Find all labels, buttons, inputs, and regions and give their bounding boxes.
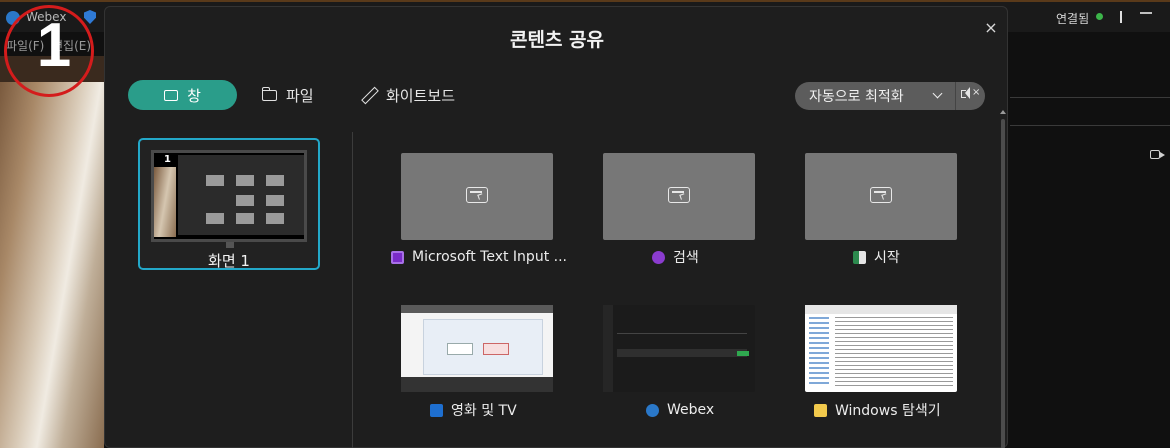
app-window-icon	[668, 187, 690, 203]
window-label: Microsoft Text Input ...	[391, 247, 567, 267]
text-input-icon	[391, 250, 404, 264]
window-tile-webex[interactable]	[603, 305, 755, 392]
thumbnail-tile	[266, 213, 284, 224]
thumbnail-tile	[266, 195, 284, 206]
screen-tile-1[interactable]: 1 화면 1	[138, 138, 320, 270]
titlebar-separator	[1120, 11, 1122, 23]
annotation-circle: 1	[4, 5, 94, 97]
window-tile-movies-tv[interactable]	[401, 305, 553, 392]
thumbnail-annotation: 1	[164, 154, 171, 165]
start-icon	[853, 250, 866, 264]
close-button[interactable]: ×	[981, 19, 1001, 39]
movies-tv-icon	[430, 403, 443, 417]
thumbnail-slide-box	[483, 343, 509, 355]
thumbnail-tile	[206, 213, 224, 224]
section-divider	[352, 132, 353, 448]
thumbnail-sidebar	[603, 305, 613, 392]
tab-file[interactable]: 파일	[261, 80, 314, 110]
window-label: Windows 탐색기	[814, 400, 941, 420]
optimize-dropdown[interactable]: 자동으로 최적화	[795, 82, 955, 110]
window-tile-text-input[interactable]	[401, 153, 553, 240]
window-tile-start[interactable]	[805, 153, 957, 240]
folder-icon	[261, 86, 277, 101]
thumbnail-tile	[206, 175, 224, 186]
webex-icon	[646, 403, 659, 417]
scroll-up-arrow[interactable]	[1000, 110, 1006, 114]
file-explorer-icon	[814, 403, 827, 417]
window-label: 영화 및 TV	[430, 400, 517, 420]
speaker-muted-icon	[961, 87, 970, 99]
share-audio-mute-button[interactable]: ×	[955, 82, 985, 110]
connection-status-text: 연결됨	[1056, 12, 1090, 26]
mute-x-mark: ×	[972, 87, 981, 98]
thumbnail-row	[617, 349, 747, 357]
window-label: Webex	[646, 400, 714, 420]
thumbnail-titlebar	[401, 305, 553, 313]
tab-label: 창	[187, 86, 201, 105]
thumbnail-divider	[617, 333, 747, 334]
thumbnail-video	[154, 167, 176, 237]
optimize-label: 자동으로 최적화	[809, 89, 904, 105]
minimize-icon[interactable]	[1140, 12, 1152, 14]
search-icon	[652, 250, 665, 264]
camera-icon[interactable]	[1150, 150, 1165, 159]
thumbnail-nav-pane	[809, 317, 829, 387]
thumbnail-ribbon	[805, 305, 957, 314]
window-title: Microsoft Text Input ...	[412, 249, 567, 265]
panel-divider	[1010, 125, 1170, 126]
thumbnail-tile	[236, 195, 254, 206]
thumbnail-join-button	[737, 351, 749, 356]
pencil-icon	[361, 87, 377, 103]
dialog-title: 콘텐츠 공유	[509, 29, 604, 51]
window-tile-file-explorer[interactable]	[805, 305, 957, 392]
window-title: 영화 및 TV	[451, 403, 517, 419]
window-icon	[164, 89, 179, 101]
connection-status-dot	[1096, 13, 1103, 20]
scrollbar[interactable]	[1001, 119, 1005, 448]
tab-label: 파일	[286, 86, 314, 105]
app-window-icon	[466, 187, 488, 203]
annotation-number: 1	[36, 11, 72, 80]
window-title: Windows 탐색기	[835, 403, 941, 419]
thumbnail-tile	[266, 175, 284, 186]
tab-whiteboard[interactable]: 화이트보드	[361, 80, 455, 110]
app-window-icon	[870, 187, 892, 203]
thumbnail-player-controls	[401, 377, 553, 392]
thumbnail-tile	[236, 213, 254, 224]
window-title: 시작	[874, 250, 900, 266]
tab-label: 화이트보드	[386, 86, 456, 105]
chevron-down-icon	[932, 88, 943, 99]
window-title: 검색	[673, 250, 699, 266]
window-label: 검색	[652, 247, 699, 267]
monitor-stand	[226, 242, 234, 248]
thumbnail-tile	[236, 175, 254, 186]
self-view-video	[0, 82, 104, 448]
window-tile-search[interactable]	[603, 153, 755, 240]
window-title: Webex	[667, 402, 715, 418]
thumbnail-slide-box	[447, 343, 473, 355]
panel-divider	[1010, 97, 1170, 98]
share-content-dialog: 콘텐츠 공유 × 창 파일 화이트보드 자동으로 최적화 × 1 화면 1 Mi…	[104, 6, 1008, 448]
screen-label: 화면 1	[208, 252, 250, 270]
screen-thumbnail: 1	[151, 150, 307, 242]
tab-window[interactable]: 창	[128, 80, 237, 110]
thumbnail-file-list	[835, 317, 953, 387]
thumbnail-dialog	[178, 155, 304, 235]
window-label: 시작	[853, 247, 900, 267]
